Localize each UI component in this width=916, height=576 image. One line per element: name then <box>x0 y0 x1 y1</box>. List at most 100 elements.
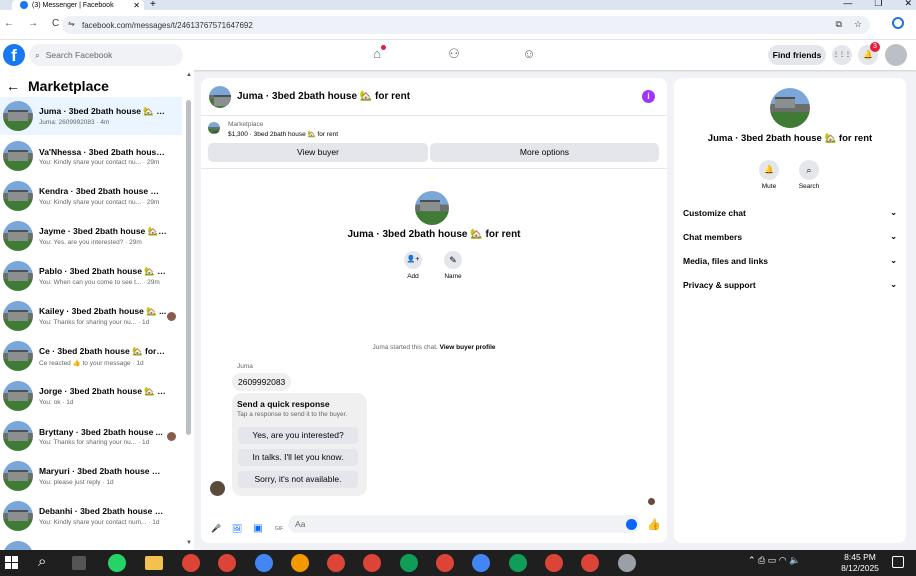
conversation-item[interactable]: Kailey · 3bed 2bath house 🏡 ... You: Than… <box>0 297 182 335</box>
info-icon[interactable]: i <box>642 90 655 103</box>
listing-thumbnail <box>208 122 220 134</box>
quick-reply-not-available[interactable]: Sorry, it's not available. <box>238 471 358 488</box>
conversation-preview: You: ok · 1d <box>39 399 74 406</box>
file-explorer-icon[interactable] <box>145 556 163 570</box>
sticker-icon[interactable]: ▣ <box>252 523 264 535</box>
conversation-title: Pablo · 3bed 2bath house 🏡 for... <box>39 266 167 276</box>
mute-button[interactable]: 🔔 Mute <box>754 160 784 190</box>
emoji-icon[interactable] <box>626 519 637 530</box>
scroll-up-arrow-icon[interactable]: ▲ <box>186 72 192 78</box>
reload-button[interactable]: C <box>52 18 59 29</box>
view-buyer-profile-link[interactable]: View buyer profile <box>440 344 496 351</box>
privacy-support-row[interactable]: Privacy & support ⌄ <box>683 280 897 290</box>
window-controls: — ❐ ✕ <box>843 0 912 9</box>
app-icon[interactable] <box>618 554 636 572</box>
photo-icon[interactable]: 🖼 <box>231 523 243 535</box>
customize-chat-row[interactable]: Customize chat ⌄ <box>683 208 897 218</box>
sender-name: Juma <box>237 363 253 370</box>
home-icon[interactable]: ⌂ <box>368 45 386 64</box>
chrome-icon[interactable] <box>291 554 309 572</box>
quick-reply-interested[interactable]: Yes, are you interested? <box>238 427 358 444</box>
message-input[interactable]: Aa <box>288 515 640 533</box>
install-icon[interactable]: ⧉ <box>835 19 841 30</box>
conversation-item[interactable]: Pablo · 3bed 2bath house 🏡 for... You: Wh… <box>0 257 182 295</box>
account-avatar[interactable] <box>885 44 907 66</box>
conversation-item[interactable]: Juma · 3bed 2bath house 🏡 for ... Juma: 2… <box>0 97 182 135</box>
chrome-icon[interactable] <box>363 554 381 572</box>
quick-reply-in-talks[interactable]: In talks. I'll let you know. <box>238 449 358 466</box>
conversation-item[interactable]: Jayme · 3bed 2bath house 🏡 fo... You: Yes… <box>0 217 182 255</box>
new-tab-button[interactable]: + <box>150 0 156 10</box>
browser-tabstrip: (3) Messenger | Facebook ✕ + — ❐ ✕ <box>0 0 916 10</box>
windows-start-icon[interactable] <box>5 556 18 569</box>
microphone-icon[interactable]: 🎤 <box>210 523 222 535</box>
chrome-icon[interactable] <box>327 554 345 572</box>
conversation-preview: You: Kindly share your contact nu... · 2… <box>39 199 160 206</box>
chrome-icon[interactable] <box>218 554 236 572</box>
browser-tab[interactable]: (3) Messenger | Facebook ✕ <box>12 0 144 10</box>
close-window-button[interactable]: ✕ <box>904 0 912 9</box>
conversation-item[interactable]: Debanhi · 3bed 2bath house 🏡 ... You: Kin… <box>0 497 182 535</box>
conversation-item[interactable]: Kendra · 3bed 2bath house 🏡 f... You: Kin… <box>0 177 182 215</box>
system-tray[interactable]: ⌃ ⎙ ▭ ◠ 🔈 <box>748 555 800 566</box>
browser-profile-icon[interactable] <box>892 17 904 29</box>
chrome-icon[interactable] <box>182 554 200 572</box>
find-friends-button[interactable]: Find friends <box>768 45 826 65</box>
conversation-item[interactable]: Bryttany · 3bed 2bath house ... You: Than… <box>0 417 182 455</box>
add-button[interactable]: 👤+ Add <box>393 251 433 280</box>
url-field[interactable]: ⇋ facebook.com/messages/t/24613767571647… <box>62 16 870 34</box>
conversation-title: Juma · 3bed 2bath house 🏡 for ... <box>39 106 167 116</box>
chrome-icon[interactable] <box>400 554 418 572</box>
chrome-icon[interactable] <box>255 554 273 572</box>
conversation-item[interactable]: Ce · 3bed 2bath house 🏡 for rent Ce react… <box>0 337 182 375</box>
more-options-button[interactable]: More options <box>430 143 659 162</box>
conversation-title: Va'Nhessa · 3bed 2bath house ... <box>39 146 167 157</box>
gif-icon[interactable]: GIF <box>273 523 285 535</box>
bookmark-star-icon[interactable]: ☆ <box>854 19 862 30</box>
back-button[interactable]: ← <box>4 18 14 29</box>
chrome-icon[interactable] <box>436 554 454 572</box>
scroll-down-arrow-icon[interactable]: ▼ <box>186 540 192 546</box>
view-buyer-button[interactable]: View buyer <box>208 143 428 162</box>
forward-button[interactable]: → <box>28 18 38 29</box>
like-thumbs-up-icon[interactable]: 👍 <box>647 518 661 531</box>
task-view-icon[interactable] <box>72 556 86 570</box>
search-icon: ⌕ <box>35 49 40 60</box>
chrome-icon[interactable] <box>581 554 599 572</box>
chrome-icon[interactable] <box>545 554 563 572</box>
listing-summary[interactable]: $1,300 · 3bed 2bath house 🏡 for rent <box>228 130 338 138</box>
search-facebook-input[interactable]: ⌕ Search Facebook <box>29 44 183 66</box>
chrome-icon[interactable] <box>509 554 527 572</box>
tab-close-icon[interactable]: ✕ <box>133 1 140 10</box>
search-conversation-button[interactable]: ⌕ Search <box>794 160 824 190</box>
conversation-thumbnail <box>3 221 33 251</box>
chrome-icon[interactable] <box>472 554 490 572</box>
conversation-item[interactable]: Luis · 3bed 2bath house 🏡 fo... <box>0 537 182 550</box>
notifications-button[interactable]: 🔔 3 <box>858 42 880 65</box>
conversation-item[interactable]: Maryuri · 3bed 2bath house 🏡 f... You: pl… <box>0 457 182 495</box>
chat-title[interactable]: Juma · 3bed 2bath house 🏡 for rent <box>237 91 410 102</box>
name-button[interactable]: ✎ Name <box>433 251 473 280</box>
quick-response-card: Send a quick response Tap a response to … <box>232 393 367 496</box>
menu-grid-icon[interactable]: ⋮⋮⋮ <box>832 45 852 65</box>
media-files-links-row[interactable]: Media, files and links ⌄ <box>683 256 897 266</box>
conversation-item[interactable]: Va'Nhessa · 3bed 2bath house ... You: Kin… <box>0 137 182 175</box>
whatsapp-icon[interactable] <box>108 554 126 572</box>
conversation-item[interactable]: Jorge · 3bed 2bath house 🏡 for... You: ok… <box>0 377 182 415</box>
facebook-logo[interactable]: f <box>3 44 25 66</box>
site-settings-icon[interactable]: ⇋ <box>68 19 75 28</box>
taskbar-search-icon[interactable]: ⌕ <box>38 553 46 570</box>
taskbar-clock[interactable]: 8:45 PM 8/12/2025 <box>836 552 884 574</box>
groups-icon[interactable]: ☺ <box>520 46 538 64</box>
conversation-preview: You: When can you come to see t... · 29m <box>39 279 160 286</box>
chat-listing-thumbnail[interactable] <box>209 85 231 108</box>
chevron-down-icon: ⌄ <box>890 280 897 289</box>
back-arrow-icon[interactable]: ← <box>6 78 20 94</box>
minimize-button[interactable]: — <box>843 0 852 9</box>
notification-center-icon[interactable] <box>892 556 904 568</box>
friends-icon[interactable]: ⚇ <box>445 46 463 64</box>
notification-count-badge: 3 <box>870 42 880 52</box>
sidebar-scrollbar[interactable] <box>186 100 191 435</box>
restore-button[interactable]: ❐ <box>874 0 882 9</box>
chat-members-row[interactable]: Chat members ⌄ <box>683 232 897 242</box>
